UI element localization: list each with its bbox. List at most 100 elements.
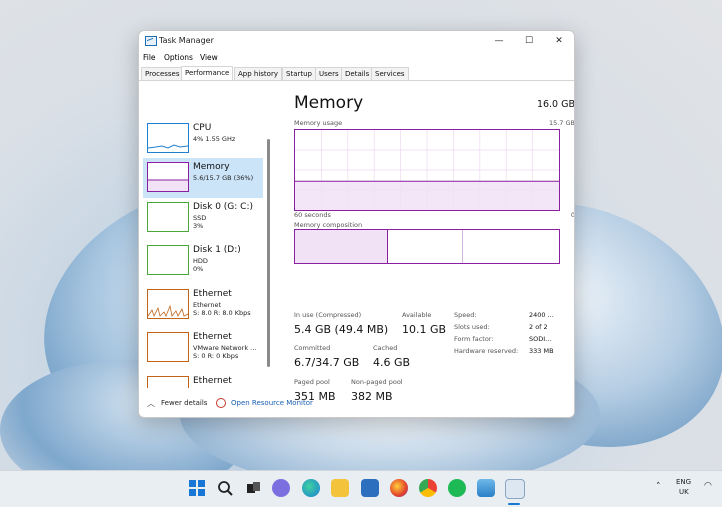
sidebar-item-disk-0[interactable]: Disk 0 (G: C:) SSD 3%	[143, 198, 263, 238]
cached-value: 4.6 GB	[373, 356, 411, 369]
memory-total: 16.0 GB	[536, 99, 575, 110]
footer-bar: ︿ Fewer details Open Resource Monitor	[139, 393, 574, 415]
resource-sidebar: CPU 4% 1.55 GHz Memory 5.6/15.7 GB (36%)…	[139, 81, 273, 389]
sidebar-item-detail: S: 8.0 R: 8.0 Kbps	[193, 309, 251, 317]
sidebar-scrollbar[interactable]	[267, 139, 270, 367]
spec-form-factor-value: SODI...	[529, 335, 552, 343]
page-title: Memory	[294, 93, 364, 113]
sidebar-item-detail: 4% 1.55 GHz	[193, 135, 236, 143]
available-value: 10.1 GB	[402, 323, 447, 336]
sidebar-item-disk-1[interactable]: Disk 1 (D:) HDD 0%	[143, 241, 263, 281]
sidebar-item-detail: 5.6/15.7 GB (36%)	[193, 174, 254, 182]
language-indicator[interactable]: ENG	[676, 478, 691, 486]
paged-pool-label: Paged pool	[294, 378, 330, 386]
spec-hardware-reserved-label: Hardware reserved:	[454, 347, 519, 355]
photos-icon[interactable]	[477, 479, 495, 497]
spec-speed-label: Speed:	[454, 311, 477, 319]
sidebar-item-detail: S: 0 R: 0 Kbps	[193, 352, 239, 360]
composition-in-use	[295, 230, 388, 263]
committed-label: Committed	[294, 344, 331, 352]
in-use-value: 5.4 GB (49.4 MB)	[294, 323, 389, 336]
cpu-thumbnail-graph	[147, 123, 189, 153]
spec-form-factor-label: Form factor:	[454, 335, 494, 343]
sidebar-item-title: Memory	[193, 162, 230, 172]
spec-hardware-reserved-value: 333 MB	[529, 347, 554, 355]
memory-usage-graph	[294, 129, 560, 211]
available-label: Available	[402, 311, 432, 319]
memory-usage-max: 15.7 GB	[548, 119, 575, 127]
wifi-icon[interactable]: ◠	[704, 481, 712, 491]
maximize-button[interactable]: ☐	[515, 33, 543, 49]
ethernet-thumbnail-graph	[147, 376, 189, 388]
chat-icon[interactable]	[272, 479, 290, 497]
spotify-icon[interactable]	[448, 479, 466, 497]
memory-thumbnail-graph	[147, 162, 189, 192]
task-manager-app-icon	[145, 36, 157, 46]
committed-value: 6.7/34.7 GB	[294, 356, 360, 369]
sidebar-item-detail: HDD	[193, 257, 208, 265]
tab-bar: Processes Performance App history Startu…	[139, 66, 574, 81]
sidebar-item-ethernet-vmware-1[interactable]: Ethernet VMware Network ... S: 0 R: 0 Kb…	[143, 328, 263, 368]
start-icon[interactable]	[188, 479, 206, 497]
ethernet-thumbnail-graph	[147, 289, 189, 319]
disk-thumbnail-graph	[147, 202, 189, 232]
sidebar-item-detail: 3%	[193, 222, 204, 230]
composition-modified	[388, 230, 463, 263]
tab-details[interactable]: Details	[341, 67, 374, 80]
window-title: Task Manager	[159, 36, 214, 45]
tab-services[interactable]: Services	[371, 67, 409, 80]
memory-composition-label: Memory composition	[294, 221, 363, 229]
spec-speed-value: 2400 ...	[529, 311, 554, 319]
sidebar-item-title: Disk 1 (D:)	[193, 245, 241, 255]
firefox-icon[interactable]	[390, 479, 408, 497]
sidebar-item-title: Ethernet	[193, 289, 232, 299]
language-region[interactable]: UK	[679, 488, 689, 496]
sidebar-item-detail: 0%	[193, 265, 204, 273]
taskbar: ˄ ENG UK ◠	[0, 470, 722, 507]
minimize-button[interactable]: —	[485, 33, 513, 49]
sidebar-item-memory[interactable]: Memory 5.6/15.7 GB (36%)	[143, 158, 263, 198]
tab-users[interactable]: Users	[315, 67, 343, 80]
sidebar-item-detail: VMware Network ...	[193, 344, 257, 352]
spec-slots-label: Slots used:	[454, 323, 490, 331]
edge-icon[interactable]	[302, 479, 320, 497]
store-icon[interactable]	[361, 479, 379, 497]
tab-processes[interactable]: Processes	[141, 67, 184, 80]
tab-startup[interactable]: Startup	[282, 67, 316, 80]
title-bar[interactable]: Task Manager — ☐ ✕	[139, 31, 574, 51]
chevron-up-icon[interactable]: ︿	[147, 398, 155, 409]
tab-app-history[interactable]: App history	[234, 67, 282, 80]
spec-slots-value: 2 of 2	[529, 323, 548, 331]
menu-options[interactable]: Options	[164, 53, 193, 62]
resource-monitor-icon	[216, 398, 226, 408]
task-view-icon[interactable]	[244, 479, 262, 497]
sidebar-item-ethernet-vmware-2[interactable]: Ethernet	[143, 372, 263, 388]
usage-fill	[295, 181, 559, 210]
close-button[interactable]: ✕	[545, 33, 573, 49]
menu-view[interactable]: View	[200, 53, 218, 62]
chrome-icon[interactable]	[419, 479, 437, 497]
search-icon[interactable]	[216, 479, 234, 497]
fewer-details-button[interactable]: Fewer details	[161, 399, 207, 407]
file-explorer-icon[interactable]	[331, 479, 349, 497]
active-app-indicator	[508, 503, 520, 505]
chevron-up-icon[interactable]: ˄	[656, 482, 661, 492]
non-paged-pool-label: Non-paged pool	[351, 378, 403, 386]
sidebar-item-title: CPU	[193, 123, 212, 133]
memory-usage-chart	[295, 130, 559, 210]
memory-composition-bar	[294, 229, 560, 264]
tab-performance[interactable]: Performance	[181, 66, 234, 80]
open-resource-monitor-link[interactable]: Open Resource Monitor	[231, 399, 313, 407]
graph-time-left: 60 seconds	[294, 211, 331, 219]
sidebar-item-title: Disk 0 (G: C:)	[193, 202, 253, 212]
menu-file[interactable]: File	[143, 53, 156, 62]
sidebar-item-title: Ethernet	[193, 332, 232, 342]
sidebar-item-ethernet[interactable]: Ethernet Ethernet S: 8.0 R: 8.0 Kbps	[143, 285, 263, 325]
task-manager-window: Task Manager — ☐ ✕ File Options View Pro…	[138, 30, 575, 418]
cached-label: Cached	[373, 344, 398, 352]
memory-usage-label: Memory usage	[294, 119, 343, 127]
sidebar-item-cpu[interactable]: CPU 4% 1.55 GHz	[143, 119, 263, 159]
ethernet-thumbnail-graph	[147, 332, 189, 362]
task-manager-icon[interactable]	[505, 479, 525, 499]
